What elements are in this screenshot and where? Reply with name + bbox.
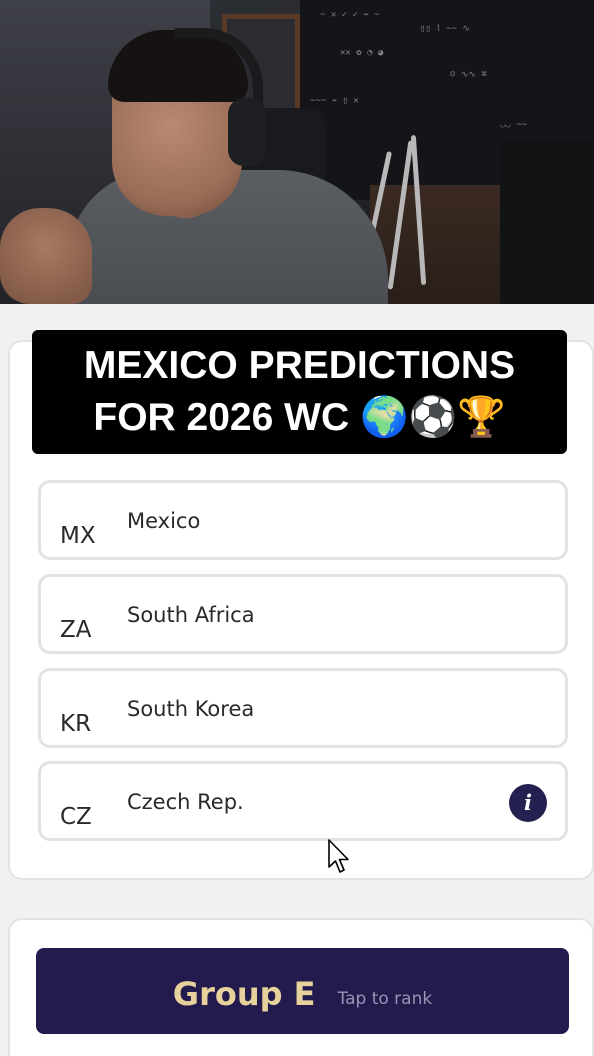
team-code: ZA (60, 617, 92, 643)
next-group-card: Group E Tap to rank (8, 918, 594, 1056)
team-name: Czech Rep. (127, 790, 244, 814)
team-row-south-africa[interactable]: ZA South Africa (38, 574, 568, 654)
headphone-cup (228, 98, 266, 166)
person-fist (0, 208, 92, 304)
video-caption: MEXICO PREDICTIONS FOR 2026 WC 🌍⚽🏆 (32, 330, 567, 454)
dark-furniture (500, 140, 594, 304)
team-name: South Africa (127, 603, 255, 627)
team-code: CZ (60, 804, 92, 830)
group-title: Group E (172, 975, 316, 1013)
team-code: KR (60, 711, 92, 737)
team-row-mexico[interactable]: MX Mexico (38, 480, 568, 560)
team-code: MX (60, 523, 96, 549)
mouse-pointer-icon (328, 839, 349, 873)
team-row-czech-rep[interactable]: CZ Czech Rep. i (38, 761, 568, 841)
caption-line-2: FOR 2026 WC 🌍⚽🏆 (93, 396, 506, 439)
webcam-video: ~ ✕ ✓ ✓ ⌁ ~ ▯▯ ⌇ ~~ ∿ ✕✕ ✿ ◔ ◕ ☺ ∿∿ ⌘ ~~… (0, 0, 594, 304)
team-name: Mexico (127, 509, 201, 533)
caption-line-1: MEXICO PREDICTIONS (83, 344, 516, 387)
group-e-button[interactable]: Group E Tap to rank (36, 948, 569, 1034)
team-row-south-korea[interactable]: KR South Korea (38, 668, 568, 748)
team-name: South Korea (127, 697, 255, 721)
tap-to-rank-hint: Tap to rank (337, 989, 433, 1009)
info-icon[interactable]: i (509, 784, 547, 822)
